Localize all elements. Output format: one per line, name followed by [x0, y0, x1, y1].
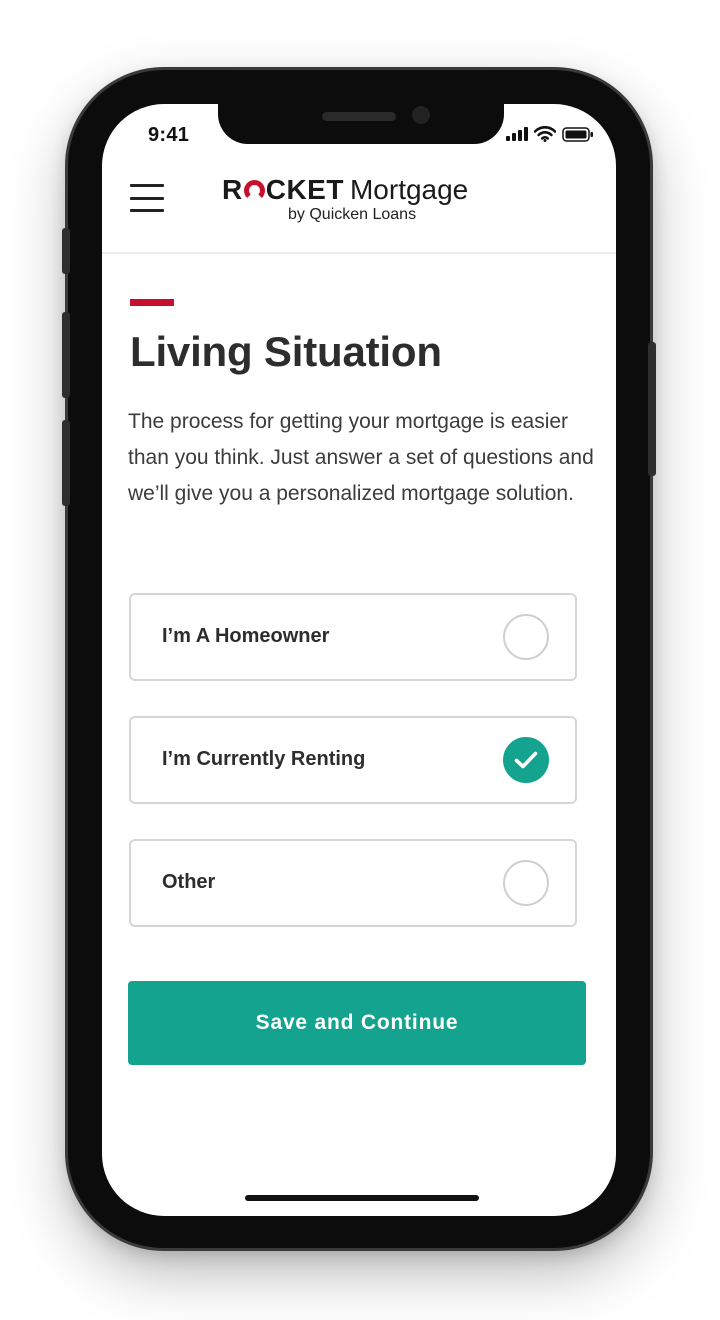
front-camera: [412, 106, 430, 124]
status-time: 9:41: [148, 124, 190, 146]
speaker-grille: [322, 112, 396, 121]
notch: [218, 104, 504, 144]
radio-checked-icon[interactable]: [503, 737, 549, 783]
title-accent-bar: [130, 299, 174, 306]
home-indicator[interactable]: [245, 1195, 479, 1201]
logo-wordmark: R CKET Mortgage: [222, 172, 468, 208]
power-button: [648, 342, 656, 476]
radio-unchecked-icon[interactable]: [503, 614, 549, 660]
logo-subtitle: by Quicken Loans: [288, 206, 417, 223]
cellular-signal-icon: [506, 127, 528, 141]
save-and-continue-button[interactable]: Save and Continue: [128, 981, 586, 1065]
checkmark-icon: [514, 751, 538, 769]
phone-screen: 9:41 R CKET Mortgage by Quicken Loans Li…: [102, 104, 616, 1216]
intro-text: The process for getting your mortgage is…: [128, 410, 594, 505]
wifi-icon: [534, 126, 556, 142]
option-label: I’m A Homeowner: [162, 625, 330, 647]
status-icons: [506, 126, 594, 142]
volume-down-button: [62, 420, 70, 506]
logo-rocket-text: R CKET: [222, 172, 344, 208]
logo-rocket-o-icon: [243, 179, 265, 201]
silent-switch: [62, 228, 70, 274]
logo-product-name: Mortgage: [349, 174, 469, 205]
app-header: R CKET Mortgage by Quicken Loans: [102, 166, 616, 254]
battery-icon: [562, 126, 593, 142]
radio-unchecked-icon[interactable]: [503, 860, 549, 906]
option-currently-renting[interactable]: I’m Currently Renting: [129, 716, 577, 804]
logo-rocket-start: R: [222, 174, 243, 205]
option-label: I’m Currently Renting: [162, 748, 366, 770]
page-title: Living Situation: [130, 328, 442, 375]
option-homeowner[interactable]: I’m A Homeowner: [129, 593, 577, 681]
volume-up-button: [62, 312, 70, 398]
logo-rocket-end: CKET: [265, 174, 344, 205]
option-label: Other: [162, 871, 216, 893]
hamburger-menu-icon[interactable]: [130, 183, 164, 213]
rocket-mortgage-logo[interactable]: R CKET Mortgage by Quicken Loans: [222, 172, 498, 232]
option-other[interactable]: Other: [129, 839, 577, 927]
